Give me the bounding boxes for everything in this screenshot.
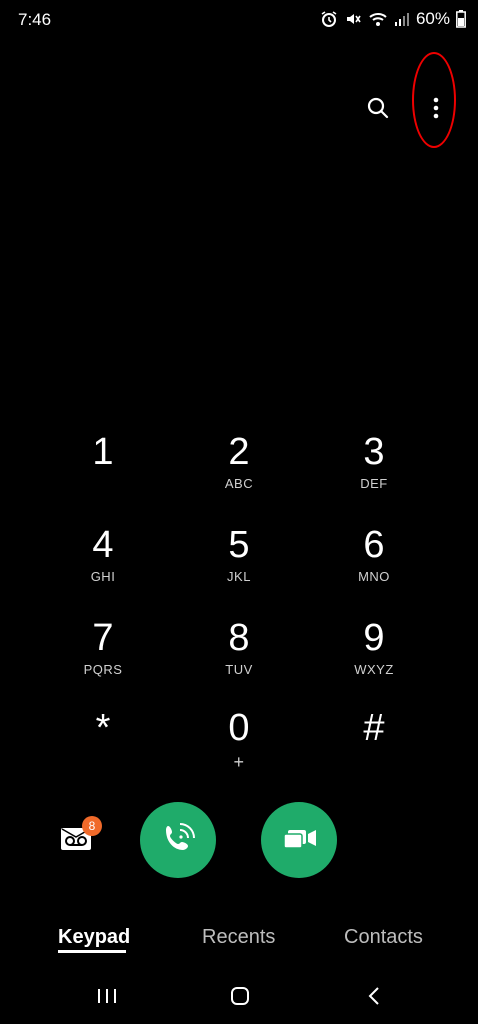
video-call-icon	[280, 824, 318, 857]
status-time: 7:46	[18, 10, 52, 29]
key-2[interactable]: 2 ABC	[179, 430, 299, 516]
key-hash[interactable]: #	[314, 706, 434, 792]
tab-recents[interactable]: Recents	[202, 926, 275, 949]
call-actions: 8	[0, 800, 478, 880]
key-8[interactable]: 8 TUV	[179, 616, 299, 702]
wifi-call-button[interactable]	[140, 802, 216, 878]
battery-icon	[456, 10, 466, 28]
wifi-icon	[368, 10, 388, 28]
mute-icon	[344, 10, 362, 28]
key-letters: PQRS	[83, 661, 123, 677]
key-5[interactable]: 5 JKL	[179, 523, 299, 609]
video-call-button[interactable]	[261, 802, 337, 878]
tab-contacts[interactable]: Contacts	[344, 926, 423, 949]
recent-apps-button[interactable]	[87, 984, 127, 1012]
key-letters: GHI	[90, 568, 116, 584]
signal-icon	[394, 11, 410, 27]
key-digit: 2	[228, 431, 250, 473]
key-digit: 0	[228, 707, 250, 749]
voicemail-count-badge: 8	[82, 816, 102, 836]
key-digit: #	[363, 707, 385, 749]
alarm-icon	[320, 10, 338, 28]
key-9[interactable]: 9 WXYZ	[314, 616, 434, 702]
key-letters: +	[233, 751, 245, 772]
key-digit: 1	[92, 431, 114, 473]
more-options-button[interactable]	[412, 52, 456, 150]
annotation-highlight	[412, 52, 456, 148]
key-digit: *	[95, 707, 111, 749]
key-digit: 5	[228, 524, 250, 566]
status-bar: 7:46 60%	[0, 0, 478, 42]
key-letters: WXYZ	[354, 661, 394, 677]
key-digit: 8	[228, 617, 250, 659]
home-icon	[229, 985, 251, 1012]
key-7[interactable]: 7 PQRS	[43, 616, 163, 702]
key-digit: 6	[363, 524, 385, 566]
system-nav-bar	[0, 978, 478, 1018]
key-letters: ABC	[224, 475, 254, 491]
key-6[interactable]: 6 MNO	[314, 523, 434, 609]
search-button[interactable]	[366, 96, 390, 125]
tab-keypad[interactable]: Keypad	[58, 926, 130, 949]
recent-apps-icon	[96, 987, 118, 1010]
status-icons: 60%	[320, 9, 466, 29]
key-digit: 7	[92, 617, 114, 659]
battery-percent: 60%	[415, 9, 450, 28]
back-icon	[367, 986, 381, 1011]
back-button[interactable]	[354, 984, 394, 1012]
key-3[interactable]: 3 DEF	[314, 430, 434, 516]
key-digit: 4	[92, 524, 114, 566]
wifi-call-icon	[160, 820, 196, 861]
key-letters: MNO	[358, 568, 390, 584]
home-button[interactable]	[220, 984, 260, 1012]
voicemail-icon	[60, 828, 92, 856]
key-letters: TUV	[225, 661, 253, 677]
key-letters: DEF	[360, 475, 388, 491]
tab-active-indicator	[58, 950, 126, 953]
key-4[interactable]: 4 GHI	[43, 523, 163, 609]
search-icon	[366, 96, 390, 125]
key-digit: 9	[363, 617, 385, 659]
key-digit: 3	[363, 431, 385, 473]
key-letters: JKL	[227, 568, 251, 584]
key-0[interactable]: 0 +	[179, 706, 299, 792]
header-actions	[366, 52, 456, 150]
key-star[interactable]: *	[43, 706, 163, 792]
key-1[interactable]: 1	[43, 430, 163, 516]
bottom-tabs: Keypad Recents Contacts	[0, 920, 478, 970]
